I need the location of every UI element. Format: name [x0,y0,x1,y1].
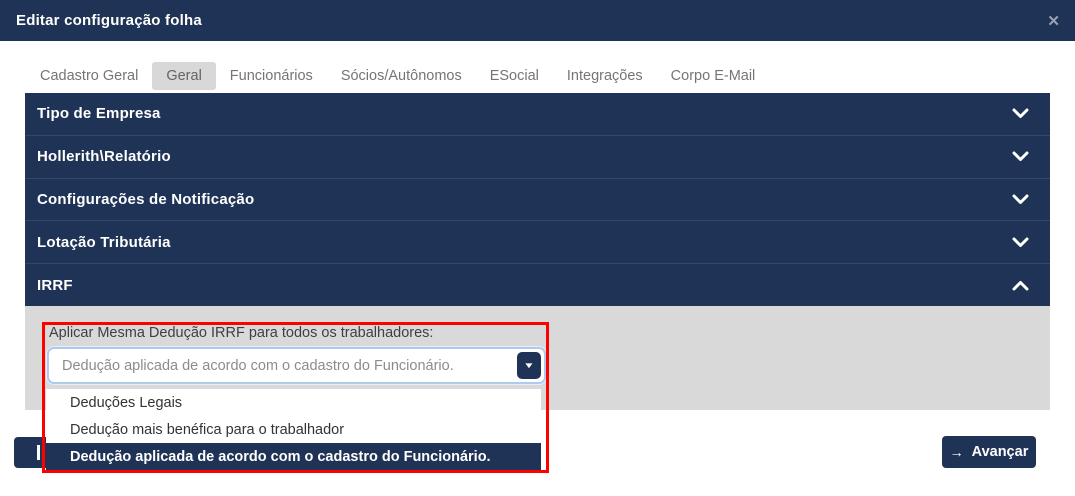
tab-integracoes[interactable]: Integrações [553,62,657,90]
advance-button[interactable]: → Avançar [942,436,1036,468]
chevron-down-icon [1012,151,1029,162]
irrf-deduction-select[interactable]: Dedução aplicada de acordo com o cadastr… [47,347,546,384]
option-deducao-cadastro-funcionario[interactable]: Dedução aplicada de acordo com o cadastr… [46,443,541,470]
accordion-label: Tipo de Empresa [37,105,161,123]
accordion-header-tipo-de-empresa[interactable]: Tipo de Empresa [25,93,1050,135]
modal-title: Editar configuração folha [16,12,202,29]
chevron-down-icon [1012,194,1029,205]
accordion-label: IRRF [37,276,73,294]
chevron-up-icon [1012,280,1029,291]
tab-socios-autonomos[interactable]: Sócios/Autônomos [327,62,476,90]
accordion-label: Configurações de Notificação [37,190,255,208]
tab-cadastro-geral[interactable]: Cadastro Geral [26,62,152,90]
select-value: Dedução aplicada de acordo com o cadastr… [62,357,454,374]
tab-esocial[interactable]: ESocial [476,62,553,90]
accordion-header-configuracoes-notificacao[interactable]: Configurações de Notificação [25,177,1050,221]
arrow-right-icon: → [949,444,964,460]
accordion-label: Lotação Tributária [37,233,171,251]
chevron-down-icon [1012,237,1029,248]
accordion: Tipo de Empresa Hollerith\Relatório Conf… [25,93,1050,306]
accordion-label: Hollerith\Relatório [37,148,171,166]
accordion-header-hollerith-relatorio[interactable]: Hollerith\Relatório [25,134,1050,178]
tab-bar: Cadastro Geral Geral Funcionários Sócios… [26,61,769,91]
select-dropdown-button[interactable]: ▼ [517,352,541,379]
close-icon[interactable]: ✕ [1047,0,1060,41]
modal-titlebar: Editar configuração folha [0,0,1075,41]
tab-funcionarios[interactable]: Funcionários [216,62,327,90]
tab-corpo-email[interactable]: Corpo E-Mail [657,62,770,90]
caret-down-icon: ▼ [523,361,535,370]
option-deducoes-legais[interactable]: Deduções Legais [46,389,541,416]
tab-geral[interactable]: Geral [152,62,216,90]
advance-button-label: Avançar [971,444,1029,460]
accordion-header-lotacao-tributaria[interactable]: Lotação Tributária [25,220,1050,264]
select-options-list: Deduções Legais Dedução mais benéfica pa… [46,389,541,470]
chevron-down-icon [1012,108,1029,119]
option-deducao-mais-benefica[interactable]: Dedução mais benéfica para o trabalhador [46,416,541,443]
accordion-header-irrf[interactable]: IRRF [25,263,1050,306]
irrf-field-label: Aplicar Mesma Dedução IRRF para todos os… [49,325,434,341]
back-button-icon-fragment [37,445,40,460]
